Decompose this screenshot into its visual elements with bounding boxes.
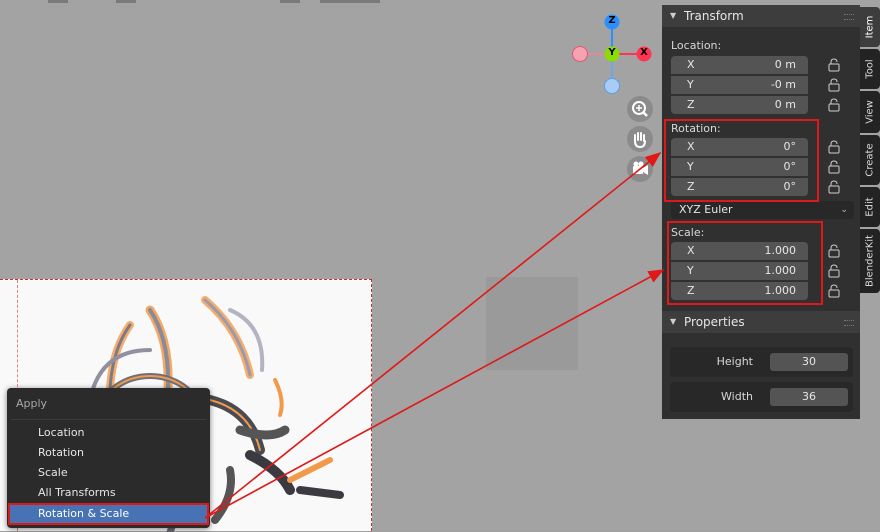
scale-highlight-box	[667, 221, 823, 305]
transform-panel-header[interactable]: ▼ Transform	[662, 5, 860, 27]
menu-item-all-transforms[interactable]: All Transforms	[10, 484, 207, 502]
height-field[interactable]: 30	[770, 353, 848, 371]
chevron-down-icon: ⌄	[840, 205, 848, 215]
zoom-icon[interactable]	[627, 96, 653, 122]
pan-hand-icon[interactable]	[627, 126, 653, 152]
tab-tool[interactable]: Tool	[860, 49, 880, 89]
sidebar-panel: ▼ Transform Location: X0 m Y -0 m Z0 m Rot…	[662, 5, 860, 419]
location-y-field[interactable]: Y -0 m	[671, 76, 808, 94]
width-label: Width	[721, 390, 753, 403]
lock-scale-y-icon[interactable]	[828, 264, 842, 278]
axis-label: X	[687, 58, 695, 71]
lock-scale-z-icon[interactable]	[828, 284, 842, 298]
gizmo-z-label: Z	[608, 15, 616, 26]
lock-rotation-y-icon[interactable]	[828, 160, 842, 174]
rotation-mode-dropdown[interactable]: XYZ Euler ⌄	[671, 201, 854, 219]
menu-item-location[interactable]: Location	[10, 424, 207, 442]
height-label: Height	[716, 355, 753, 368]
width-field[interactable]: 36	[770, 388, 848, 406]
location-label: Location:	[671, 39, 722, 52]
viewport-header-edge	[20, 0, 660, 3]
tab-edit[interactable]: Edit	[860, 187, 880, 227]
tab-item[interactable]: Item	[860, 7, 880, 47]
axis-label: Y	[687, 78, 694, 91]
field-value: 0 m	[774, 58, 796, 71]
field-value: -0 m	[770, 78, 796, 91]
location-z-field[interactable]: Z 0 m	[671, 96, 808, 114]
transform-title: Transform	[684, 9, 744, 23]
lock-location-x-icon[interactable]	[828, 58, 842, 72]
apply-menu: Apply Location Rotation Scale All Transf…	[7, 388, 210, 528]
lock-scale-x-icon[interactable]	[828, 244, 842, 258]
lock-rotation-x-icon[interactable]	[828, 140, 842, 154]
drag-grip-icon[interactable]	[844, 320, 854, 326]
drag-grip-icon[interactable]	[844, 14, 854, 20]
neg-x-axis-handle	[572, 46, 588, 62]
menu-item-rotation[interactable]: Rotation	[10, 444, 207, 462]
height-property-row: Height 30	[670, 347, 853, 377]
neg-z-axis-handle	[604, 78, 620, 94]
properties-panel-header[interactable]: ▼ Properties	[662, 311, 860, 333]
menu-item-rotation-and-scale[interactable]: Rotation & Scale	[8, 503, 209, 525]
width-property-row: Width 36	[670, 382, 853, 412]
tab-view[interactable]: View	[860, 91, 880, 133]
properties-title: Properties	[684, 315, 745, 329]
rotation-mode-value: XYZ Euler	[679, 203, 733, 216]
empty-object-plane[interactable]	[486, 277, 578, 370]
tab-create[interactable]: Create	[860, 135, 880, 185]
field-value: 0 m	[774, 98, 796, 111]
lock-rotation-z-icon[interactable]	[828, 180, 842, 194]
sidebar-tabs: Item Tool View Create Edit BlenderKit	[860, 5, 880, 295]
tab-blenderkit[interactable]: BlenderKit	[860, 229, 880, 293]
lock-location-z-icon[interactable]	[828, 98, 842, 112]
camera-view-icon[interactable]	[627, 156, 653, 182]
lock-location-y-icon[interactable]	[828, 78, 842, 92]
gizmo-y-label: Y	[608, 47, 616, 58]
location-x-field[interactable]: X 0 m	[671, 56, 808, 74]
rotation-highlight-box	[664, 119, 819, 202]
gizmo-x-label: X	[640, 47, 648, 58]
apply-menu-title: Apply	[16, 397, 48, 410]
axis-label: Z	[687, 98, 695, 111]
menu-item-scale[interactable]: Scale	[10, 464, 207, 482]
